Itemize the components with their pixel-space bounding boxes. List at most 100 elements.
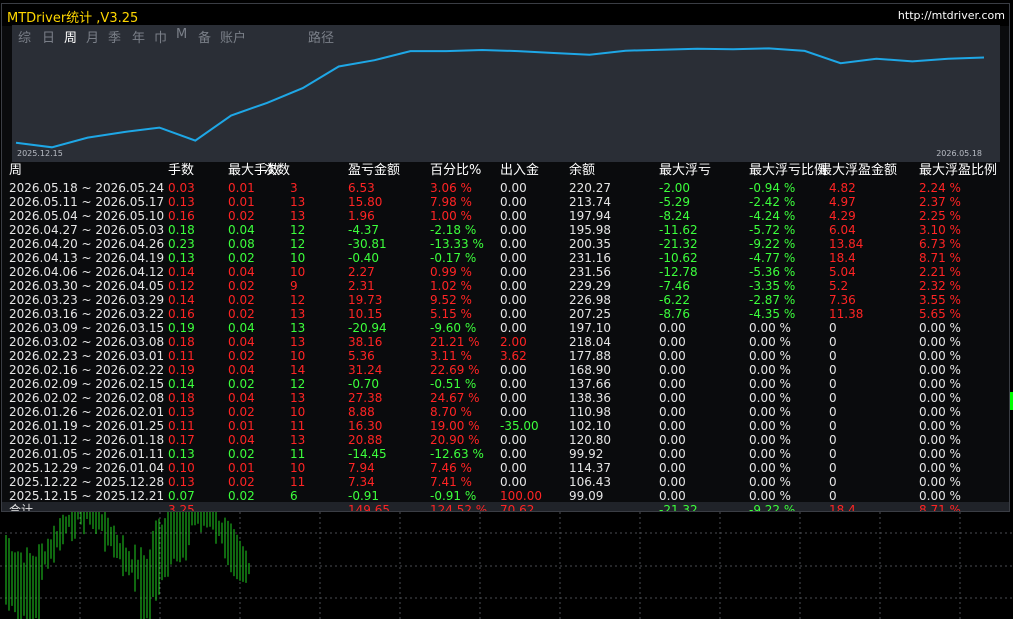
cell-lots: 0.19 — [168, 363, 195, 377]
cell-max-fp-pct: 0.00 % — [919, 475, 961, 489]
cell-max-fp: 0 — [829, 335, 837, 349]
cell-pct: -0.91 % — [430, 489, 477, 503]
cell-count: 13 — [290, 307, 306, 321]
cell-max-lots: 0.02 — [228, 405, 255, 419]
website-link[interactable]: http://mtdriver.com — [898, 9, 1005, 22]
cell-max-dd-pct: 0.00 % — [749, 321, 791, 335]
tab-9[interactable]: 账户 — [220, 27, 246, 46]
cell-flow: 0.00 — [500, 321, 527, 335]
cell-count: 13 — [290, 209, 306, 223]
table-row: 2026.03.23 ~ 2026.03.29 0.14 0.02 12 19.73 9.… — [2, 293, 1009, 307]
tab-2[interactable]: 周 — [64, 27, 77, 46]
cell-max-dd: -2.00 — [659, 181, 691, 195]
cell-period: 2026.04.06 ~ 2026.04.12 — [9, 265, 165, 279]
cell-period: 2026.01.05 ~ 2026.01.11 — [9, 447, 165, 461]
cell-max-dd-pct: -3.35 % — [749, 279, 796, 293]
cell-count: 13 — [290, 321, 306, 335]
cell-pnl: 38.16 — [348, 335, 383, 349]
tab-10[interactable]: 路径 — [308, 27, 334, 46]
cell-flow: 0.00 — [500, 391, 527, 405]
balance-chart: 综日周月季年巾 M 备账户 路径 2025.12.15 2026.05.18 — [12, 25, 1000, 162]
cell-period: 2026.03.23 ~ 2026.03.29 — [9, 293, 165, 307]
cell-count: 14 — [290, 363, 306, 377]
cell-period: 2026.02.02 ~ 2026.02.08 — [9, 391, 165, 405]
cell-max-dd: 0.00 — [659, 377, 686, 391]
cell-count: 12 — [290, 223, 306, 237]
cell-count: 12 — [290, 237, 306, 251]
cell-max-fp-pct: 8.71 % — [919, 251, 961, 265]
cell-max-fp-pct: 0.00 % — [919, 363, 961, 377]
cell-max-fp-pct: 3.55 % — [919, 293, 961, 307]
balance-line — [15, 47, 985, 149]
cell-period: 2026.02.09 ~ 2026.02.15 — [9, 377, 165, 391]
cell-pct: -13.33 % — [430, 237, 484, 251]
cell-pct: 7.46 % — [430, 461, 472, 475]
tab-0[interactable]: 综 — [18, 27, 31, 46]
cell-max-dd-pct: 0.00 % — [749, 433, 791, 447]
tab-7[interactable]: M — [176, 27, 187, 42]
cell-period: 2026.03.16 ~ 2026.03.22 — [9, 307, 165, 321]
tab-1[interactable]: 日 — [42, 27, 55, 46]
cell-pnl: 27.38 — [348, 391, 383, 405]
cell-balance: 200.35 — [569, 237, 611, 251]
cell-max-fp-pct: 0.00 % — [919, 349, 961, 363]
cell-max-lots: 0.02 — [228, 447, 255, 461]
cell-max-dd: 0.00 — [659, 391, 686, 405]
cell-max-dd: -6.22 — [659, 293, 691, 307]
cell-max-dd-pct: 0.00 % — [749, 447, 791, 461]
total-max-dd: -21.32 — [659, 503, 698, 512]
cell-period: 2026.04.13 ~ 2026.04.19 — [9, 251, 165, 265]
cell-count: 13 — [290, 391, 306, 405]
cell-balance: 106.43 — [569, 475, 611, 489]
tab-4[interactable]: 季 — [108, 27, 121, 46]
cell-period: 2026.04.20 ~ 2026.04.26 — [9, 237, 165, 251]
cell-max-fp: 0 — [829, 363, 837, 377]
cell-count: 3 — [290, 181, 298, 195]
tab-3[interactable]: 月 — [86, 27, 99, 46]
app-title: MTDriver统计 ,V3.25 — [7, 11, 139, 26]
cell-max-fp: 0 — [829, 447, 837, 461]
table-row: 2026.03.16 ~ 2026.03.22 0.16 0.02 13 10.15 5.… — [2, 307, 1009, 321]
tab-8[interactable]: 备 — [198, 27, 211, 46]
cell-max-dd-pct: -4.35 % — [749, 307, 796, 321]
cell-max-fp: 4.29 — [829, 209, 856, 223]
tab-5[interactable]: 年 — [132, 27, 145, 46]
total-pnl: 149.65 — [348, 503, 390, 512]
cell-lots: 0.13 — [168, 251, 195, 265]
cell-pct: 3.06 % — [430, 181, 472, 195]
cell-max-fp-pct: 0.00 % — [919, 377, 961, 391]
cell-max-dd-pct: 0.00 % — [749, 377, 791, 391]
column-header: 最大浮盈比例 — [919, 163, 998, 178]
cell-flow: 0.00 — [500, 307, 527, 321]
cell-count: 11 — [290, 419, 306, 433]
cell-lots: 0.13 — [168, 405, 195, 419]
cell-flow: 0.00 — [500, 405, 527, 419]
column-header: 次数 — [264, 163, 291, 178]
cell-max-lots: 0.04 — [228, 391, 255, 405]
tab-6[interactable]: 巾 — [154, 27, 167, 46]
cell-lots: 0.16 — [168, 209, 195, 223]
total-row: 合计 3.25 149.65 124.52 % 70.62 -21.32 -9.22 % 18… — [2, 502, 1009, 512]
cell-balance: 168.90 — [569, 363, 611, 377]
total-pct: 124.52 % — [430, 503, 488, 512]
cell-max-dd: 0.00 — [659, 405, 686, 419]
cell-count: 6 — [290, 489, 298, 503]
cell-max-lots: 0.02 — [228, 349, 255, 363]
cell-max-dd: 0.00 — [659, 489, 686, 503]
cell-balance: 207.25 — [569, 307, 611, 321]
cell-period: 2026.01.12 ~ 2026.01.18 — [9, 433, 165, 447]
cell-max-dd: 0.00 — [659, 363, 686, 377]
cell-pnl: 31.24 — [348, 363, 383, 377]
cell-max-fp: 0 — [829, 461, 837, 475]
cell-lots: 0.18 — [168, 223, 195, 237]
cell-flow: 0.00 — [500, 475, 527, 489]
cell-max-dd: -8.24 — [659, 209, 691, 223]
cell-pnl: 6.53 — [348, 181, 375, 195]
cell-max-lots: 0.02 — [228, 251, 255, 265]
cell-max-dd-pct: 0.00 % — [749, 405, 791, 419]
cell-max-dd-pct: -2.87 % — [749, 293, 796, 307]
cell-max-lots: 0.04 — [228, 363, 255, 377]
cell-lots: 0.14 — [168, 265, 195, 279]
cell-max-fp: 0 — [829, 433, 837, 447]
cell-flow: 0.00 — [500, 223, 527, 237]
